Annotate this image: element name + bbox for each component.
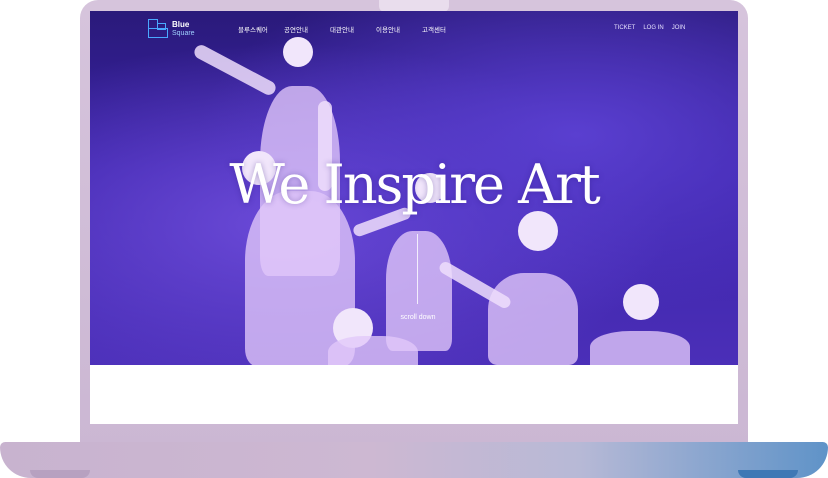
- menu-item-rental[interactable]: 대관안내: [330, 24, 376, 34]
- laptop-screen: Blue Square 블루스퀘어 공연안내 대관안내 이용안내 고객센터 TI…: [90, 11, 738, 424]
- laptop-base: [0, 442, 828, 478]
- menu-item-support[interactable]: 고객센터: [422, 24, 468, 34]
- dancer-head: [518, 211, 558, 251]
- laptop-foot-right: [738, 470, 798, 478]
- hero-headline: We Inspire Art: [229, 153, 600, 216]
- dancer-robe: [488, 273, 578, 365]
- blue-square-logo[interactable]: Blue Square: [148, 19, 195, 39]
- laptop-foot-left: [30, 470, 90, 478]
- logo-text: Blue Square: [172, 20, 195, 38]
- join-link[interactable]: JOIN: [672, 25, 686, 31]
- ticket-link[interactable]: TICKET: [614, 25, 635, 31]
- dancer-robe: [590, 331, 690, 365]
- menu-item-performances[interactable]: 공연안내: [284, 24, 330, 34]
- dancer-head: [623, 284, 659, 320]
- logo-mark-icon: [148, 19, 168, 39]
- utility-menu: TICKET LOG IN JOIN: [614, 25, 685, 31]
- main-menu: 블루스퀘어 공연안내 대관안내 이용안내 고객센터: [238, 24, 468, 34]
- hero-section: Blue Square 블루스퀘어 공연안내 대관안내 이용안내 고객센터 TI…: [90, 11, 738, 365]
- dancer-robe: [328, 336, 418, 365]
- scroll-indicator-line: [417, 234, 418, 304]
- top-navigation: Blue Square 블루스퀘어 공연안내 대관안내 이용안내 고객센터 TI…: [90, 11, 738, 47]
- dancer-arm: [191, 42, 279, 98]
- logo-title: Blue: [172, 20, 190, 29]
- menu-item-bluesquare[interactable]: 블루스퀘어: [238, 24, 284, 34]
- scroll-down-label[interactable]: scroll down: [390, 314, 446, 321]
- login-link[interactable]: LOG IN: [643, 25, 663, 31]
- dancer-robe: [386, 231, 452, 351]
- menu-item-guide[interactable]: 이용안내: [376, 24, 422, 34]
- logo-subtitle: Square: [172, 30, 195, 37]
